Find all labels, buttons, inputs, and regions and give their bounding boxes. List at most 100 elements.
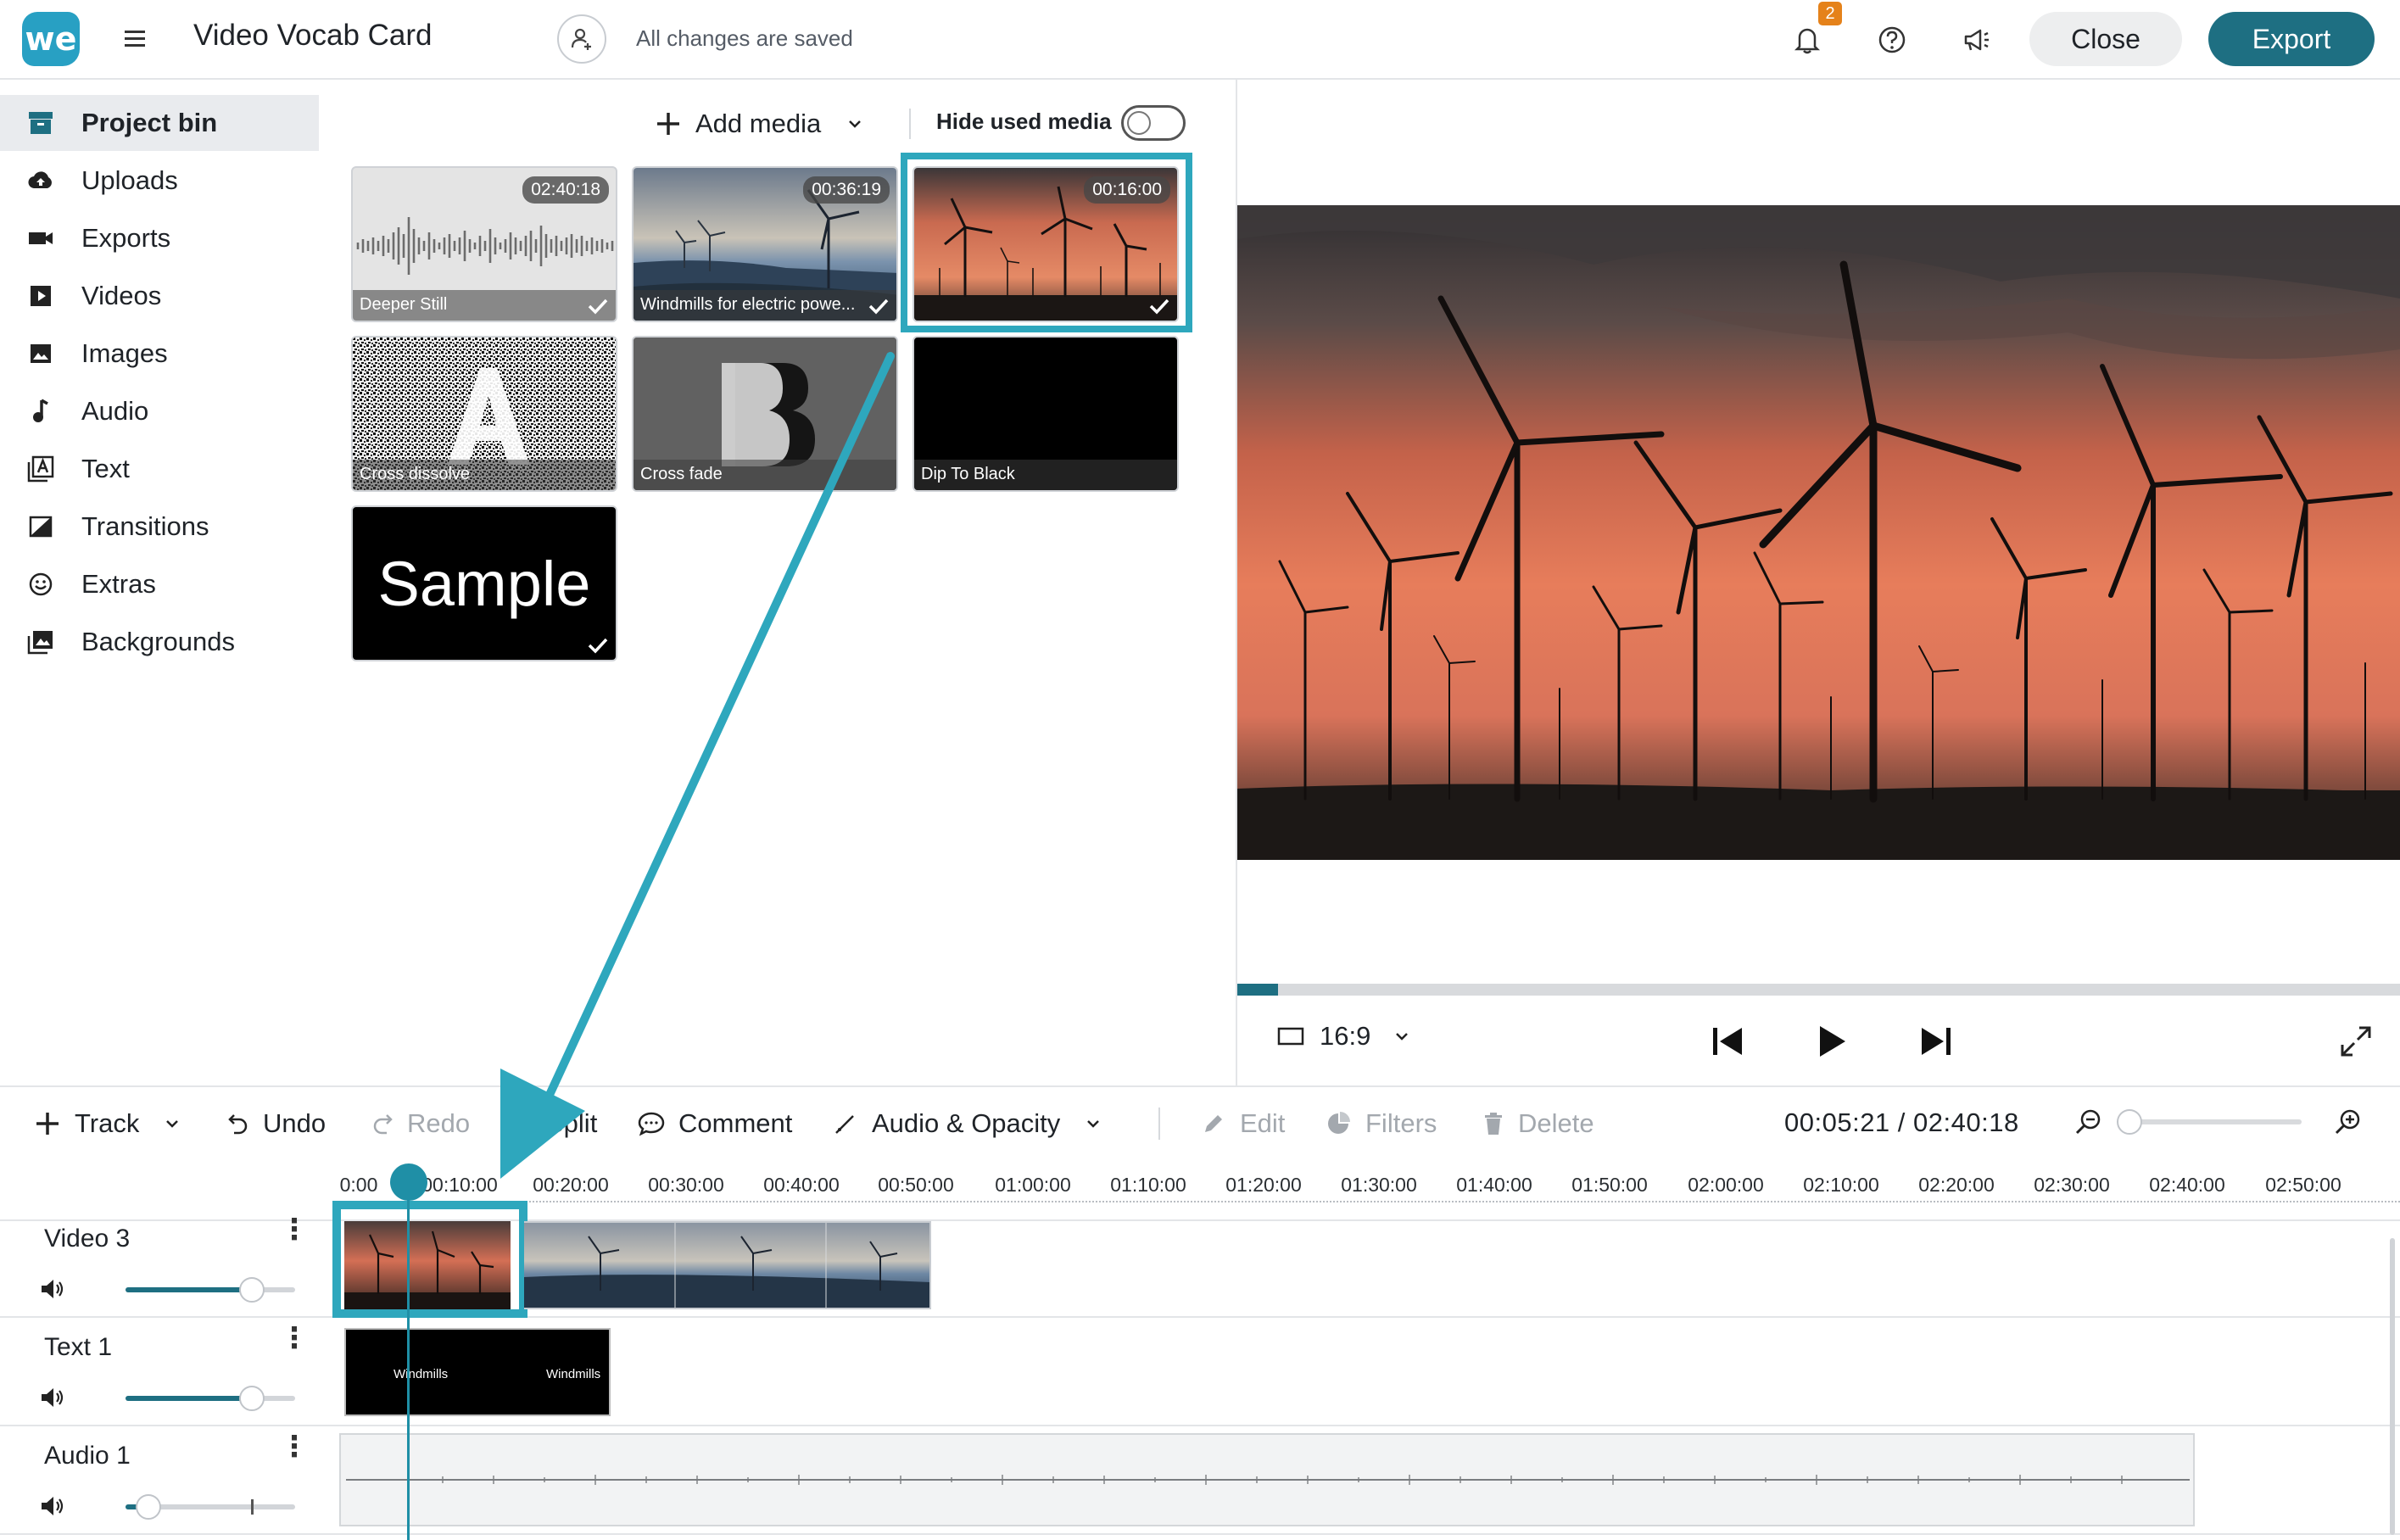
media-item-windmills-video[interactable]: 00:36:19 Windmills for electric powe... [632,166,898,322]
track-options-icon[interactable]: ⋮ [280,1215,309,1244]
track-label: Track [75,1108,140,1138]
hide-used-media-toggle[interactable] [1121,105,1186,141]
add-track-button[interactable]: Track [34,1102,180,1145]
app-logo[interactable]: we [22,12,80,66]
transition-item-cross-fade[interactable]: Cross fade [632,336,898,492]
project-title[interactable]: Video Vocab Card [193,19,433,53]
trash-icon [1485,1113,1502,1135]
checkmark-icon [588,638,608,654]
speaker-icon[interactable] [39,1277,66,1301]
sidebar-item-transitions[interactable]: Transitions [0,499,319,555]
playback-progress-track[interactable] [1237,984,2400,996]
sidebar-item-text[interactable]: Text [0,441,319,497]
chevron-down-icon [1087,1120,1100,1128]
play-icon [1820,1026,1845,1057]
text-item-sample[interactable]: Sample [351,505,617,661]
ruler-tick-label: 01:40:00 [1456,1174,1532,1196]
text-clip[interactable]: Windmills Windmills [344,1328,611,1416]
filters-button[interactable]: Filters [1325,1102,1437,1145]
track-name-text-1[interactable]: Text 1 [44,1333,112,1362]
timeline-scrollbar[interactable] [2390,1238,2395,1535]
transition-item-dip-to-black[interactable]: Dip To Black [913,336,1179,492]
audio-clip[interactable] [339,1433,2195,1526]
checkmark-icon [588,299,608,315]
ruler-tick-label: 00:10:00 [421,1174,498,1196]
save-status: All changes are saved [636,25,853,51]
sidebar-item-uploads[interactable]: Uploads [0,153,319,209]
chevron-down-icon [166,1120,179,1128]
playback-progress-fill [1237,984,1278,996]
sidebar-item-label: Uploads [81,165,178,195]
media-caption: Deeper Still [353,290,616,321]
video-clip-windmills[interactable] [524,1221,931,1309]
zoom-slider-handle[interactable] [2117,1109,2142,1135]
ruler-tick-label: 00:20:00 [533,1174,609,1196]
edit-button[interactable]: Edit [1201,1102,1285,1145]
delete-button[interactable]: Delete [1482,1102,1594,1145]
undo-button[interactable]: Undo [227,1102,326,1145]
fullscreen-button[interactable] [2337,1023,2375,1060]
export-button[interactable]: Export [2208,12,2375,66]
skip-to-start-button[interactable] [1710,1024,1747,1058]
sidebar-item-images[interactable]: Images [0,326,319,382]
media-caption: Cross dissolve [353,460,616,490]
audio-opacity-button[interactable]: Audio & Opacity [833,1102,1101,1145]
text-clip-label: Windmills [546,1367,601,1381]
track-name-video-3[interactable]: Video 3 [44,1225,130,1253]
redo-button[interactable]: Redo [371,1102,470,1145]
sidebar-item-videos[interactable]: Videos [0,268,319,324]
transition-icon [0,516,81,538]
timecode-display: 00:05:21 / 02:40:18 [1784,1108,2019,1137]
ruler-tick-label: 02:30:00 [2034,1174,2110,1196]
sidebar-item-exports[interactable]: Exports [0,210,319,266]
add-collaborator-button[interactable] [557,14,606,64]
add-media-button[interactable]: Add media [655,100,863,148]
transition-item-cross-dissolve[interactable]: Cross dissolve [351,336,617,492]
audio-opacity-label: Audio & Opacity [872,1108,1061,1138]
track-divider [0,1425,2400,1426]
help-icon[interactable] [1871,19,1913,61]
sidebar-item-extras[interactable]: Extras [0,556,319,612]
zoom-slider-track[interactable] [2127,1119,2302,1124]
edit-label: Edit [1240,1108,1286,1138]
zoom-out-button[interactable] [2074,1108,2103,1136]
selected-clip-highlight [332,1201,527,1318]
volume-slider-handle[interactable] [239,1386,265,1411]
timeline-toolbar [0,1085,2400,1162]
filters-label: Filters [1365,1108,1437,1138]
sidebar-item-audio[interactable]: Audio [0,383,319,439]
sidebar-item-label: Transitions [81,511,209,541]
ruler-tick-label: 01:00:00 [995,1174,1071,1196]
announcements-megaphone-icon[interactable] [1956,19,1998,61]
play-button[interactable] [1815,1023,1849,1060]
aspect-ratio-select[interactable]: 16:9 [1277,1021,1409,1052]
track-options-icon[interactable]: ⋮ [280,1324,309,1353]
close-button[interactable]: Close [2029,12,2182,66]
split-button[interactable]: Split [514,1102,597,1145]
skip-to-end-button[interactable] [1917,1024,1954,1058]
ruler-tick-label: 02:10:00 [1803,1174,1879,1196]
speaker-icon[interactable] [39,1386,66,1409]
ruler-tick-label: 0:00 [339,1174,378,1196]
media-item-audio[interactable]: 02:40:18 Deeper Still [351,166,617,322]
playhead-handle[interactable] [390,1163,427,1201]
slider-edit-icon [835,1115,854,1134]
track-name-audio-1[interactable]: Audio 1 [44,1442,131,1470]
track-options-icon[interactable]: ⋮ [280,1432,309,1461]
sidebar-item-backgrounds[interactable]: Backgrounds [0,614,319,670]
timeline-ruler[interactable] [339,1201,2400,1202]
volume-slider-handle[interactable] [136,1494,161,1520]
sidebar-item-project-bin[interactable]: Project bin [0,95,319,151]
volume-slider-handle[interactable] [239,1277,265,1303]
ruler-tick-label: 01:10:00 [1110,1174,1186,1196]
split-label: Split [546,1108,598,1138]
sidebar-item-label: Backgrounds [81,627,235,656]
sidebar-item-label: Audio [81,396,149,426]
video-frame [1237,205,2400,860]
speaker-icon[interactable] [39,1494,66,1518]
media-caption: Cross fade [633,460,896,490]
zoom-in-button[interactable] [2334,1108,2363,1136]
comment-button[interactable]: Comment [638,1102,792,1145]
hamburger-menu-icon[interactable] [114,18,157,60]
video-preview[interactable] [1237,205,2400,860]
